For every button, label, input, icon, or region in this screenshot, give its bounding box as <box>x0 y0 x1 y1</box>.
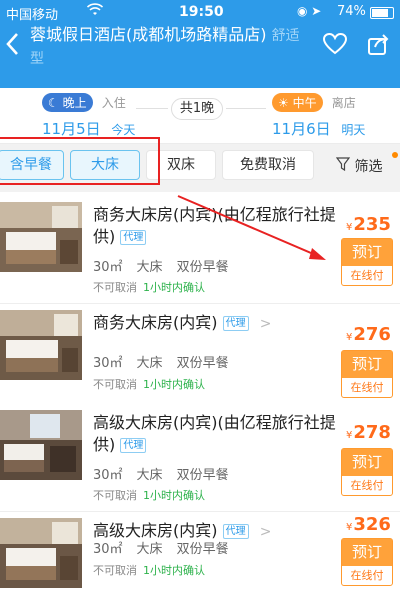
room-photo <box>0 518 82 588</box>
checkin-date[interactable]: ☾ 晚上 入住 11月5日 今天 <box>42 92 135 139</box>
room-name: 商务大床房(内宾) 代理 > <box>93 313 272 332</box>
list-item[interactable]: 高级大床房(内宾) 代理 > 30㎡ 大床 双份早餐 不可取消 1小时内确认 ¥326… <box>0 512 400 591</box>
book-button[interactable]: 预订 在线付 <box>341 238 393 286</box>
room-photo <box>0 410 82 480</box>
room-meta: 30㎡ 大床 双份早餐 <box>93 260 229 275</box>
agent-badge: 代理 <box>120 438 147 453</box>
wifi-icon <box>86 3 104 20</box>
back-button[interactable] <box>4 30 26 60</box>
room-meta: 30㎡ 大床 双份早餐 <box>93 468 229 483</box>
room-photo <box>0 310 82 380</box>
checkout-date[interactable]: ☀ 中午 离店 11月6日 明天 <box>272 92 365 139</box>
annotation-highlight-box <box>0 137 160 185</box>
room-policy: 不可取消 1小时内确认 <box>93 378 205 391</box>
filter-indicator-dot <box>392 152 398 158</box>
checkin-day: 今天 <box>111 123 136 137</box>
list-item[interactable]: 高级大床房(内宾)(由亿程旅行社提供) 代理 30㎡ 大床 双份早餐 不可取消 1小时… <box>0 404 400 512</box>
room-meta: 30㎡ 大床 双份早餐 <box>93 356 229 371</box>
night-moon-icon: ☾ 晚上 <box>42 93 93 112</box>
date-selector[interactable]: ☾ 晚上 入住 11月5日 今天 共1晚 ☀ 中午 离店 11月6日 明天 <box>0 88 400 144</box>
divider-line <box>226 108 266 109</box>
room-name: 商务大床房(内宾)(由亿程旅行社提供) 代理 <box>93 205 336 246</box>
filter-label: 筛选 <box>354 159 383 175</box>
agent-badge: 代理 <box>222 524 249 539</box>
room-photo <box>0 202 82 272</box>
book-button[interactable]: 预订 在线付 <box>341 538 393 586</box>
divider-line <box>136 108 168 109</box>
list-item[interactable]: 商务大床房(内宾)(由亿程旅行社提供) 代理 30㎡ 大床 双份早餐 不可取消 1小时… <box>0 196 400 304</box>
room-price: ¥276 <box>346 324 391 345</box>
clock: 19:50 <box>179 4 224 20</box>
status-bar: 中国移动 19:50 ◉ ➤ 74% <box>0 3 400 24</box>
room-price: ¥278 <box>346 422 391 443</box>
noon-sun-icon: ☀ 中午 <box>272 93 323 112</box>
carrier-name: 中国移动 <box>6 8 59 23</box>
hotel-name: 蓉城假日酒店(成都机场路精品店) <box>30 25 267 44</box>
favorite-heart-icon[interactable] <box>322 32 350 58</box>
list-item[interactable]: 商务大床房(内宾) 代理 > 30㎡ 大床 双份早餐 不可取消 1小时内确认 ¥276… <box>0 304 400 412</box>
checkin-label: 入住 <box>101 96 126 110</box>
checkin-date-value: 11月5日 <box>42 120 101 138</box>
location-icon: ◉ ➤ <box>297 4 322 18</box>
room-policy: 不可取消 1小时内确认 <box>93 281 205 294</box>
filter-button[interactable]: 筛选 <box>335 156 383 176</box>
funnel-icon <box>335 157 351 172</box>
agent-badge: 代理 <box>222 316 249 331</box>
book-button[interactable]: 预订 在线付 <box>341 448 393 496</box>
hotel-title: 蓉城假日酒店(成都机场路精品店) 舒适型 <box>30 24 310 70</box>
room-price: ¥235 <box>346 214 391 235</box>
top-bar: 中国移动 19:50 ◉ ➤ 74% 蓉城假日酒店(成都机场路精品店) 舒适型 <box>0 0 400 88</box>
room-name: 高级大床房(内宾)(由亿程旅行社提供) 代理 <box>93 413 336 454</box>
chevron-right-icon: > <box>259 524 272 540</box>
agent-badge: 代理 <box>120 230 147 245</box>
filter-free-cancel[interactable]: 免费取消 <box>222 150 314 180</box>
chevron-right-icon: > <box>259 316 272 332</box>
battery-percent: 74% <box>337 4 366 19</box>
checkout-label: 离店 <box>331 96 356 110</box>
checkout-date-value: 11月6日 <box>272 120 331 138</box>
book-button[interactable]: 预订 在线付 <box>341 350 393 398</box>
checkout-day: 明天 <box>341 123 366 137</box>
nights-count: 共1晚 <box>171 98 223 120</box>
room-policy: 不可取消 1小时内确认 <box>93 489 205 502</box>
room-price: ¥326 <box>346 514 391 535</box>
room-policy: 不可取消 1小时内确认 <box>93 564 205 577</box>
room-meta: 30㎡ 大床 双份早餐 <box>93 542 229 557</box>
battery-icon <box>370 7 394 19</box>
share-icon[interactable] <box>366 32 394 58</box>
